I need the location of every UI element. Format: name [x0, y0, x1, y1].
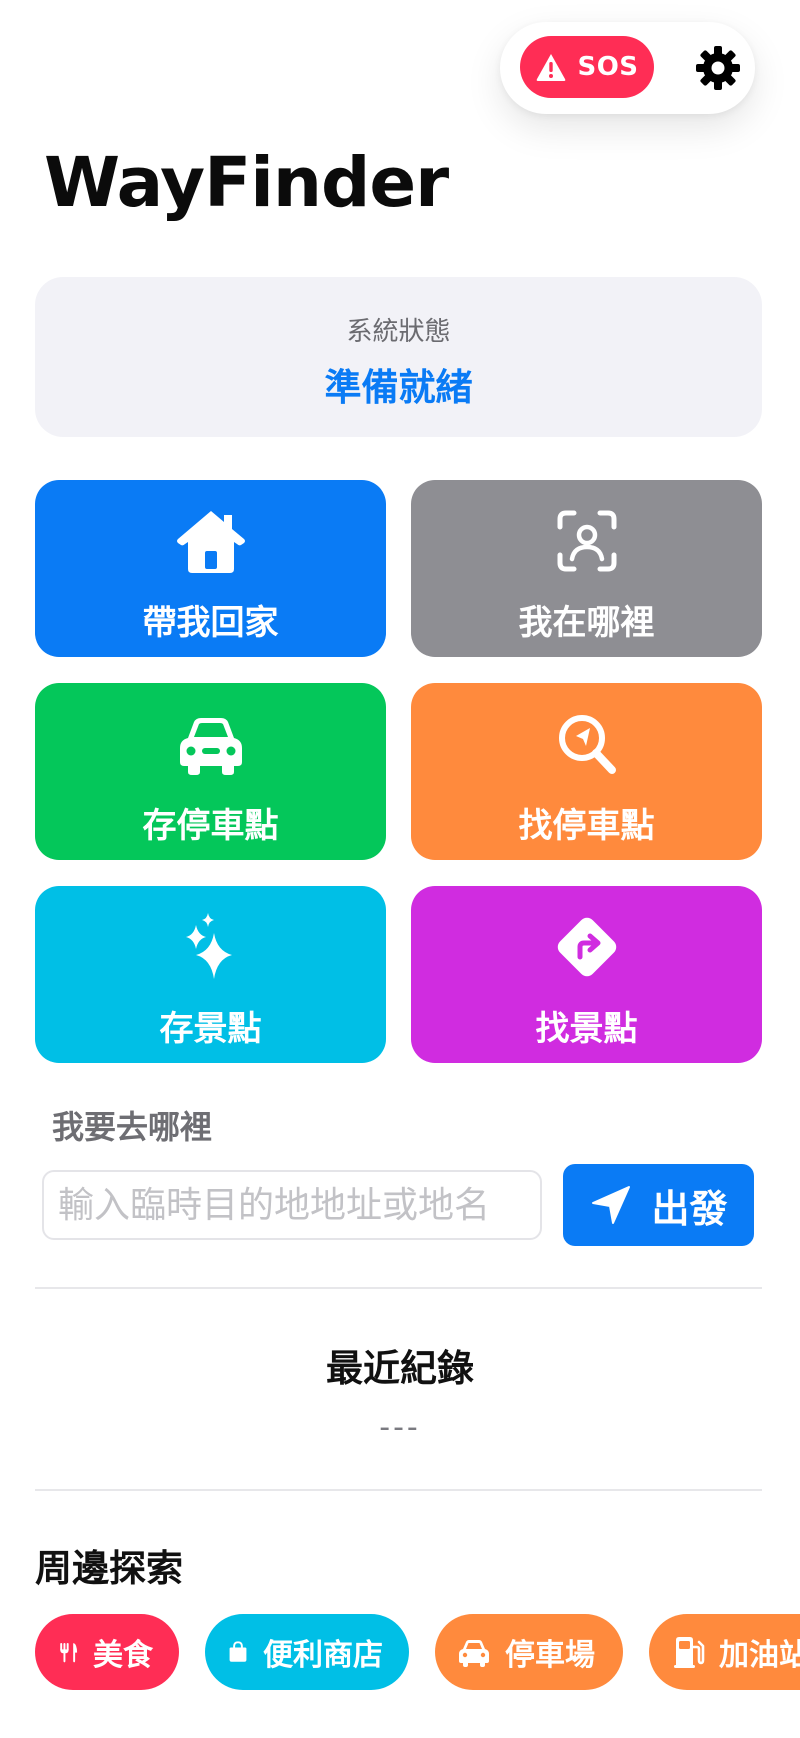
chip-convenience-store[interactable]: 便利商店	[205, 1614, 409, 1690]
go-home-button[interactable]: 帶我回家	[35, 480, 386, 657]
find-parking-label: 找停車點	[518, 806, 655, 846]
sparkles-icon	[185, 913, 232, 979]
save-parking-button[interactable]: 存停車點	[35, 683, 386, 860]
destination-label: 我要去哪裡	[52, 1108, 213, 1146]
fork-knife-icon	[60, 1642, 78, 1663]
save-spot-label: 存景點	[159, 1009, 262, 1049]
status-label: 系統狀態	[346, 317, 451, 347]
save-parking-label: 存停車點	[142, 806, 279, 846]
chip-convenience-store-label: 便利商店	[263, 1638, 383, 1673]
nearby-explore-title: 周邊探索	[35, 1547, 183, 1590]
chip-food[interactable]: 美食	[35, 1614, 179, 1690]
search-location-icon	[558, 715, 616, 774]
where-am-i-label: 我在哪裡	[518, 603, 655, 643]
chip-gas-station-label: 加油站	[719, 1638, 800, 1673]
divider	[35, 1489, 762, 1491]
house-icon	[176, 511, 245, 573]
go-home-label: 帶我回家	[142, 603, 279, 643]
chip-parking-lot-label: 停車場	[505, 1638, 595, 1673]
turn-sign-icon	[557, 917, 616, 977]
system-status-card: 系統狀態 準備就緒	[35, 277, 762, 437]
face-scan-icon	[557, 510, 616, 572]
settings-button[interactable]	[692, 42, 744, 94]
status-value: 準備就緒	[324, 366, 473, 409]
warning-icon	[537, 54, 566, 81]
chip-food-label: 美食	[93, 1638, 153, 1673]
destination-input[interactable]	[42, 1170, 542, 1240]
location-arrow-icon	[592, 1186, 631, 1224]
find-spot-label: 找景點	[535, 1009, 638, 1049]
sos-label: SOS	[577, 52, 639, 82]
find-spot-button[interactable]: 找景點	[411, 886, 762, 1063]
chip-gas-station[interactable]: 加油站	[649, 1614, 800, 1690]
recent-records-title: 最近紀錄	[326, 1347, 474, 1390]
app-title: WayFinder	[44, 143, 449, 223]
app-screen: SOS WayFinder 系統狀態 準備就緒 帶我回家 我在哪裡 存停車點 找…	[0, 0, 800, 1738]
car-icon	[179, 718, 242, 775]
recent-records-value: ---	[379, 1410, 421, 1445]
gear-icon	[696, 46, 740, 90]
fuel-pump-icon	[674, 1637, 705, 1668]
sos-button[interactable]: SOS	[520, 36, 654, 98]
divider	[35, 1287, 762, 1289]
car-icon	[459, 1640, 489, 1667]
where-am-i-button[interactable]: 我在哪裡	[411, 480, 762, 657]
go-label: 出發	[651, 1186, 728, 1231]
find-parking-button[interactable]: 找停車點	[411, 683, 762, 860]
save-spot-button[interactable]: 存景點	[35, 886, 386, 1063]
chip-parking-lot[interactable]: 停車場	[435, 1614, 623, 1690]
top-toolbar: SOS	[500, 22, 755, 114]
go-button[interactable]: 出發	[563, 1164, 754, 1246]
shopping-bag-icon	[229, 1641, 247, 1662]
